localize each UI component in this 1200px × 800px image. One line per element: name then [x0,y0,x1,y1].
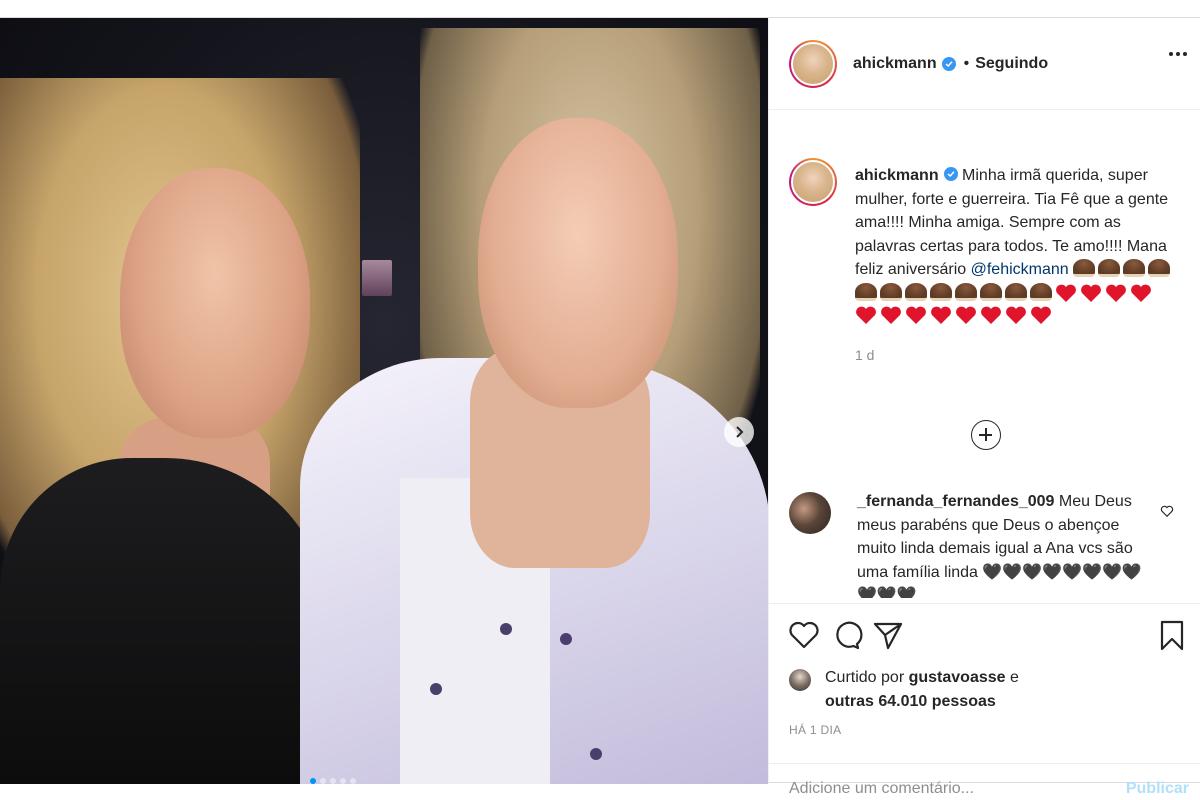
likes-prefix: Curtido por [825,669,905,686]
caption-author-avatar[interactable] [789,158,837,206]
red-heart-emoji-icon [956,306,976,324]
jacket-stud [560,633,572,645]
red-heart-emoji-icon [1081,284,1101,302]
pancakes-emoji-icon [880,282,902,301]
pancakes-emoji-icon [1030,282,1052,301]
likes-connector: e [1010,669,1019,686]
add-comment-bar: Publicar [769,763,1200,800]
pancakes-emoji-icon [1005,282,1027,301]
paper-plane-icon [873,622,903,650]
post-header: ahickmann • Seguindo [769,18,1200,110]
plus-circle-icon[interactable] [971,420,1001,450]
author-avatar[interactable] [789,39,837,88]
likes-summary: Curtido por gustavoasse e outras 64.010 … [789,666,1189,714]
save-button[interactable] [1155,618,1189,652]
post-caption: ahickmann Minha irmã querida, super mulh… [789,158,1189,367]
author-username[interactable]: ahickmann [853,55,937,73]
red-heart-emoji-icon [981,306,1001,324]
comment-button[interactable] [829,618,863,652]
caption-body: ahickmann Minha irmã querida, super mulh… [855,164,1175,367]
next-photo-button[interactable] [724,417,754,447]
pancakes-emoji-icon [1123,259,1146,277]
jacket-stud [500,623,512,635]
caption-mention-link[interactable]: @fehickmann [971,261,1069,278]
red-heart-emoji-icon [906,306,926,324]
bookmark-icon [1160,620,1184,651]
comment-item: _fernanda_fernandes_009 Meu Deus meus pa… [789,490,1189,598]
publish-button[interactable]: Publicar [1126,780,1189,798]
left-person-face [120,168,310,438]
verified-badge-icon [943,167,958,181]
red-heart-emoji-icon [856,306,876,324]
carousel-indicator [310,778,356,784]
like-button[interactable] [787,618,821,652]
jacket-stud [430,683,442,695]
post-photo[interactable] [0,18,768,784]
comment-input[interactable] [789,780,1089,798]
pancakes-emoji-icon [855,282,877,301]
share-button[interactable] [871,618,905,652]
likes-text[interactable]: Curtido por gustavoasse e outras 64.010 … [825,666,1019,714]
liker-username[interactable]: gustavoasse [909,669,1006,686]
instagram-post: ahickmann • Seguindo ahickmann Minha irm… [0,17,1200,798]
red-heart-emoji-icon [1131,284,1151,302]
red-heart-emoji-icon [1031,306,1051,324]
post-date[interactable]: HÁ 1 DIA [789,723,841,737]
right-person-face [478,118,678,408]
post-side-panel: ahickmann • Seguindo ahickmann Minha irm… [768,18,1200,798]
caption-emojis [1073,259,1171,277]
pancakes-emoji-icon [1098,259,1121,277]
pancakes-emoji-icon [905,282,927,301]
jacket-stud [590,748,602,760]
comment-icon [836,621,863,650]
caption-username[interactable]: ahickmann [855,167,939,184]
left-person-top [0,458,330,784]
heart-icon [789,621,819,649]
commenter-avatar[interactable] [789,492,831,534]
heart-icon[interactable] [1160,504,1174,518]
commenter-username[interactable]: _fernanda_fernandes_009 [857,493,1054,510]
likes-count[interactable]: outras 64.010 pessoas [825,693,996,710]
red-heart-emoji-icon [1006,306,1026,324]
liker-avatar[interactable] [789,669,811,691]
pancakes-emoji-icon [1148,259,1171,277]
action-bar [769,603,1200,667]
chevron-right-icon [736,426,744,438]
red-heart-emoji-icon [881,306,901,324]
red-heart-emoji-icon [1106,284,1126,302]
comment-body: _fernanda_fernandes_009 Meu Deus meus pa… [857,490,1147,598]
caption-timestamp[interactable]: 1 d [855,344,1175,368]
separator-dot: • [963,54,970,72]
follow-status-button[interactable]: Seguindo [975,55,1048,73]
background-stage-light [362,260,392,296]
red-heart-emoji-icon [1056,284,1076,302]
more-options-icon[interactable] [1169,52,1187,56]
pancakes-emoji-icon [930,282,952,301]
verified-badge-icon [941,56,956,71]
red-heart-emoji-icon [931,306,951,324]
pancakes-emoji-icon [955,282,977,301]
pancakes-emoji-icon [1073,259,1096,277]
caption-emojis [855,282,1152,303]
pancakes-emoji-icon [980,282,1002,301]
caption-emojis [855,305,1052,325]
